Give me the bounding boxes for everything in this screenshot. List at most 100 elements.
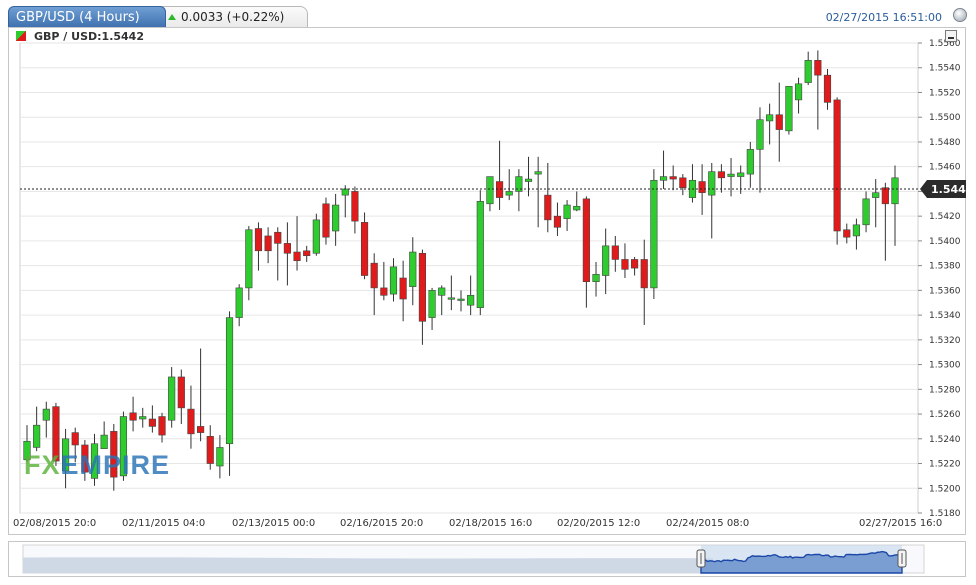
candle-body <box>746 149 754 175</box>
candle-body <box>486 176 494 205</box>
candle-body <box>148 418 156 427</box>
candle-body <box>737 172 745 177</box>
candle-body <box>611 245 619 260</box>
plot-area <box>19 42 919 514</box>
candle-body <box>794 83 803 101</box>
candle-body <box>447 297 455 300</box>
candle-body <box>216 447 224 467</box>
candle-body <box>476 201 484 308</box>
candle-body <box>553 215 562 228</box>
candle-body <box>254 228 263 252</box>
candle-body <box>563 204 571 219</box>
y-tick-label: 1.5220 <box>929 460 961 470</box>
candle-body <box>283 243 291 254</box>
candle-body <box>843 229 851 238</box>
candle-body <box>206 436 214 464</box>
candle-body <box>42 408 50 421</box>
candle-body <box>756 119 764 150</box>
navigator-overview[interactable] <box>9 542 965 576</box>
candle-body <box>428 290 436 318</box>
candle-body <box>602 245 610 276</box>
navigator-history-area <box>23 557 713 573</box>
navigator-panel[interactable] <box>8 541 966 577</box>
candle-body <box>833 99 841 232</box>
candle-body <box>659 176 668 181</box>
candle-body <box>775 114 783 130</box>
y-tick-label: 1.5200 <box>929 484 961 494</box>
candle <box>833 97 841 245</box>
y-tick-label: 1.5360 <box>929 286 961 296</box>
y-tick-label: 1.5400 <box>929 237 961 247</box>
candle-body <box>370 262 378 289</box>
candle-body <box>360 222 369 276</box>
y-tick-label: 1.5340 <box>929 311 961 321</box>
candle-body <box>814 60 822 76</box>
candle-body <box>823 74 832 103</box>
candle-body <box>235 287 243 318</box>
candle-body <box>891 177 899 205</box>
candle-body <box>640 259 648 289</box>
y-tick-label: 1.5520 <box>929 88 961 98</box>
candle-body <box>573 205 581 211</box>
candle-body <box>650 179 658 289</box>
candle-body <box>862 198 870 226</box>
candle-body <box>785 85 793 132</box>
candle-body <box>457 298 465 301</box>
candle-body <box>245 229 253 289</box>
y-axis: 1.51801.52001.52201.52401.52601.52801.53… <box>918 39 961 519</box>
y-tick-label: 1.5240 <box>929 435 961 445</box>
candle-body <box>264 235 272 252</box>
x-tick-label: 02/11/2015 04:0 <box>122 518 205 529</box>
candle-body <box>332 204 340 232</box>
candle-body <box>727 173 735 177</box>
candle-body <box>698 181 706 193</box>
candle-body <box>524 178 533 182</box>
y-tick-label: 1.5280 <box>929 385 961 395</box>
candle <box>476 190 484 316</box>
candle-body <box>505 191 513 196</box>
candle-body <box>197 426 205 433</box>
y-tick-label: 1.5320 <box>929 336 961 346</box>
candle-body <box>409 251 417 287</box>
candle-body <box>341 188 349 196</box>
candle-body <box>467 295 475 306</box>
candle-body <box>389 266 398 295</box>
candle-body <box>71 432 79 446</box>
candle-body <box>380 287 388 296</box>
series-swatch-icon <box>16 31 26 41</box>
candle-body <box>582 198 590 283</box>
candlestick-chart[interactable]: 1.51801.52001.52201.52401.52601.52801.53… <box>0 0 976 585</box>
candle-body <box>274 231 282 244</box>
candle-body <box>187 408 195 435</box>
y-tick-label: 1.5460 <box>929 163 961 173</box>
candle <box>312 213 320 256</box>
x-tick-label: 02/13/2015 00:0 <box>232 518 315 529</box>
fxempire-logo: FXEMPIRE <box>24 450 171 480</box>
candle-body <box>418 252 427 322</box>
candle-body <box>100 434 108 449</box>
candle-body <box>438 287 446 296</box>
candle-body <box>322 203 330 238</box>
candle-body <box>312 219 320 254</box>
candle-body <box>168 376 176 421</box>
candle-body <box>158 416 166 436</box>
candle-body <box>225 317 234 445</box>
y-tick-label: 1.5540 <box>929 64 961 74</box>
y-tick-label: 1.5260 <box>929 410 961 420</box>
y-tick-label: 1.5380 <box>929 262 961 272</box>
candle-body <box>881 187 889 205</box>
y-tick-label: 1.5420 <box>929 212 961 222</box>
x-tick-label: 02/16/2015 20:0 <box>340 518 423 529</box>
y-tick-label: 1.5480 <box>929 138 961 148</box>
y-tick-label: 1.5500 <box>929 113 961 123</box>
candle-body <box>139 416 147 420</box>
x-tick-label: 02/24/2015 08:0 <box>666 518 749 529</box>
candle-body <box>872 192 880 198</box>
x-tick-label: 02/18/2015 16:0 <box>449 518 532 529</box>
minimize-icon[interactable] <box>945 30 957 42</box>
candle <box>360 212 369 280</box>
candle-body <box>631 259 639 269</box>
candle-body <box>177 376 185 409</box>
x-tick-label: 02/20/2015 12:0 <box>557 518 640 529</box>
candle-body <box>766 114 774 122</box>
